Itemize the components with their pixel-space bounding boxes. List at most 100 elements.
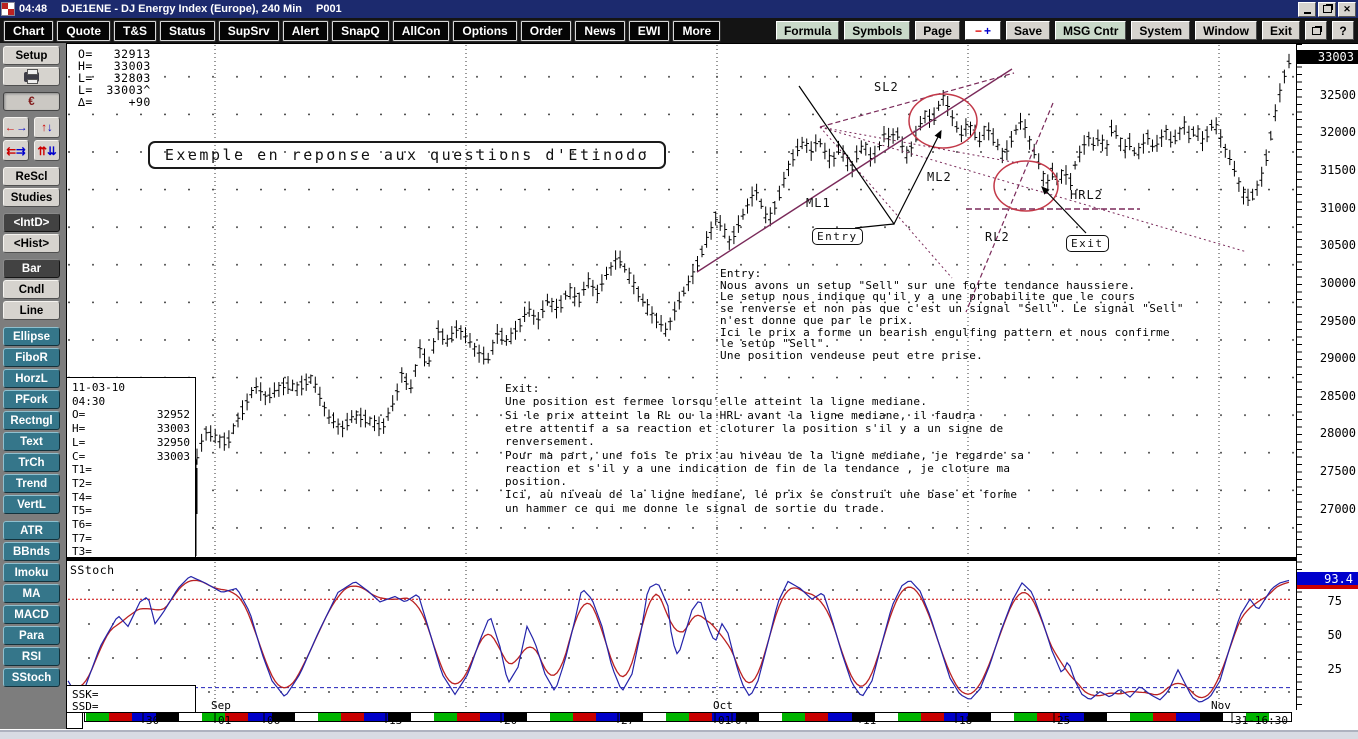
menu-options[interactable]: Options bbox=[453, 21, 516, 41]
menu---[interactable]: −+ bbox=[965, 21, 1001, 40]
menu-chart[interactable]: Chart bbox=[4, 21, 53, 41]
databox-value: 32952 bbox=[157, 408, 190, 421]
sidebar-horzl[interactable]: HorzL bbox=[3, 369, 60, 388]
menu-more[interactable]: More bbox=[673, 21, 720, 41]
date-tick-label: 20 bbox=[504, 714, 517, 727]
databox-label: T3= bbox=[72, 545, 92, 558]
menu-allcon[interactable]: AllCon bbox=[393, 21, 450, 41]
session-segment bbox=[759, 713, 782, 721]
session-segment bbox=[1176, 713, 1199, 721]
menu-ewi[interactable]: EWI bbox=[629, 21, 670, 41]
session-segment bbox=[364, 713, 387, 721]
menu-save[interactable]: Save bbox=[1006, 21, 1050, 40]
session-segment bbox=[1153, 713, 1176, 721]
sidebar-macd[interactable]: MACD bbox=[3, 605, 60, 624]
note-line: reaction et s'il y a une indication de f… bbox=[505, 462, 1010, 475]
help-button[interactable]: ? bbox=[1332, 21, 1354, 40]
menu-alert[interactable]: Alert bbox=[283, 21, 328, 41]
sidebar-pfork[interactable]: PFork bbox=[3, 390, 60, 409]
sidebar-para[interactable]: Para bbox=[3, 626, 60, 645]
ssd-label: SSD= bbox=[72, 700, 99, 713]
sidebar-ellipse[interactable]: Ellipse bbox=[3, 327, 60, 346]
sidebar-bbnds[interactable]: BBnds bbox=[3, 542, 60, 561]
plus-icon: + bbox=[984, 24, 991, 38]
session-segment bbox=[689, 713, 712, 721]
stoch-title: SStoch bbox=[70, 563, 115, 577]
session-segment bbox=[782, 713, 805, 721]
sidebar-line[interactable]: Line bbox=[3, 301, 60, 320]
stoch-readout-box: SSK= SSD= bbox=[66, 685, 196, 713]
sidebar-vertl[interactable]: VertL bbox=[3, 495, 60, 514]
menu-page[interactable]: Page bbox=[915, 21, 960, 40]
databox-label: T5= bbox=[72, 504, 92, 517]
sidebar-hist[interactable]: <Hist> bbox=[3, 234, 60, 253]
swap-vertical-double-button[interactable]: ⇈⇊ bbox=[34, 140, 60, 161]
sidebar-trend[interactable]: Trend bbox=[3, 474, 60, 493]
sidebar-studies[interactable]: Studies bbox=[3, 188, 60, 207]
title-bar: 04:48 DJE1ENE - DJ Energy Index (Europe)… bbox=[0, 0, 1358, 18]
sidebar-fibor[interactable]: FiboR bbox=[3, 348, 60, 367]
exit-tag[interactable]: Exit bbox=[1066, 235, 1109, 252]
session-segment bbox=[991, 713, 1014, 721]
swap-horizontal-icon: ← bbox=[5, 122, 17, 134]
databox-value: 32950 bbox=[157, 436, 190, 449]
menu-order[interactable]: Order bbox=[521, 21, 572, 41]
menu-news[interactable]: News bbox=[575, 21, 624, 41]
note-line: Exit: bbox=[505, 382, 540, 395]
month-label: Sep bbox=[211, 699, 231, 712]
menu-symbols[interactable]: Symbols bbox=[844, 21, 910, 40]
price-tick-label: 31000 bbox=[1297, 201, 1356, 215]
quote-line: ∆=+90 bbox=[78, 95, 151, 107]
menu-window[interactable]: Window bbox=[1195, 21, 1257, 40]
note-line: Une position vendeuse peut etre prise. bbox=[720, 349, 983, 362]
sidebar-rescl[interactable]: ReScl bbox=[3, 167, 60, 186]
note-line: Si le prix atteint la RL ou la HRL avant… bbox=[505, 409, 976, 422]
menu-status[interactable]: Status bbox=[160, 21, 215, 41]
date-tick-label: 04 bbox=[735, 714, 748, 727]
menu-ts[interactable]: T&S bbox=[114, 21, 156, 41]
session-segment bbox=[457, 713, 480, 721]
last-price-badge: 33003 bbox=[1297, 50, 1358, 64]
menu-formula[interactable]: Formula bbox=[776, 21, 839, 40]
chart-note-box[interactable]: Exemple en reponse aux questions d'Etino… bbox=[148, 141, 666, 169]
restore-icon bbox=[1323, 5, 1332, 13]
swap-horizontal-double-icon: ⇇ bbox=[6, 144, 16, 158]
print-button[interactable] bbox=[3, 67, 60, 86]
menu-exit[interactable]: Exit bbox=[1262, 21, 1300, 40]
sidebar-rsi[interactable]: RSI bbox=[3, 647, 60, 666]
sidebar-sstoch[interactable]: SStoch bbox=[3, 668, 60, 687]
menu-snapq[interactable]: SnapQ bbox=[332, 21, 389, 41]
minimize-button[interactable] bbox=[1298, 2, 1316, 17]
price-tick-label: 32500 bbox=[1297, 88, 1356, 102]
sidebar-imoku[interactable]: Imoku bbox=[3, 563, 60, 582]
month-label: Nov bbox=[1211, 699, 1231, 712]
menu-msg-cntr[interactable]: MSG Cntr bbox=[1055, 21, 1126, 40]
sidebar-text[interactable]: Text bbox=[3, 432, 60, 451]
sidebar-atr[interactable]: ATR bbox=[3, 521, 60, 540]
date-tick-label: 11 bbox=[863, 714, 876, 727]
sidebar-rectngl[interactable]: Rectngl bbox=[3, 411, 60, 430]
swap-horizontal-button[interactable]: ←→ bbox=[3, 117, 29, 138]
menu-quote[interactable]: Quote bbox=[57, 21, 110, 41]
sidebar-bar[interactable]: Bar bbox=[3, 259, 60, 278]
menu-system[interactable]: System bbox=[1131, 21, 1190, 40]
restore-page-button[interactable] bbox=[1305, 21, 1327, 40]
sidebar-cndl[interactable]: Cndl bbox=[3, 280, 60, 299]
restore-button[interactable] bbox=[1318, 2, 1336, 17]
sidebar-setup[interactable]: Setup bbox=[3, 46, 60, 65]
application-window: 04:48 DJE1ENE - DJ Energy Index (Europe)… bbox=[0, 0, 1358, 739]
swap-horizontal-double-icon: ⇉ bbox=[16, 144, 26, 158]
session-segment bbox=[86, 713, 109, 721]
sidebar-ma[interactable]: MA bbox=[3, 584, 60, 603]
stochastic-panel[interactable] bbox=[66, 561, 1296, 710]
swap-horizontal-double-button[interactable]: ⇇⇉ bbox=[3, 140, 29, 161]
sidebar-intd[interactable]: <IntD> bbox=[3, 213, 60, 232]
menu-supsrv[interactable]: SupSrv bbox=[219, 21, 279, 41]
session-segment bbox=[573, 713, 596, 721]
swap-vertical-button[interactable]: ↑↓ bbox=[34, 117, 60, 138]
euro-button[interactable]: € bbox=[3, 92, 60, 111]
sidebar-trch[interactable]: TrCh bbox=[3, 453, 60, 472]
entry-tag[interactable]: Entry bbox=[812, 228, 863, 245]
databox-label: L= bbox=[72, 436, 85, 449]
close-button[interactable]: ✕ bbox=[1338, 2, 1356, 17]
